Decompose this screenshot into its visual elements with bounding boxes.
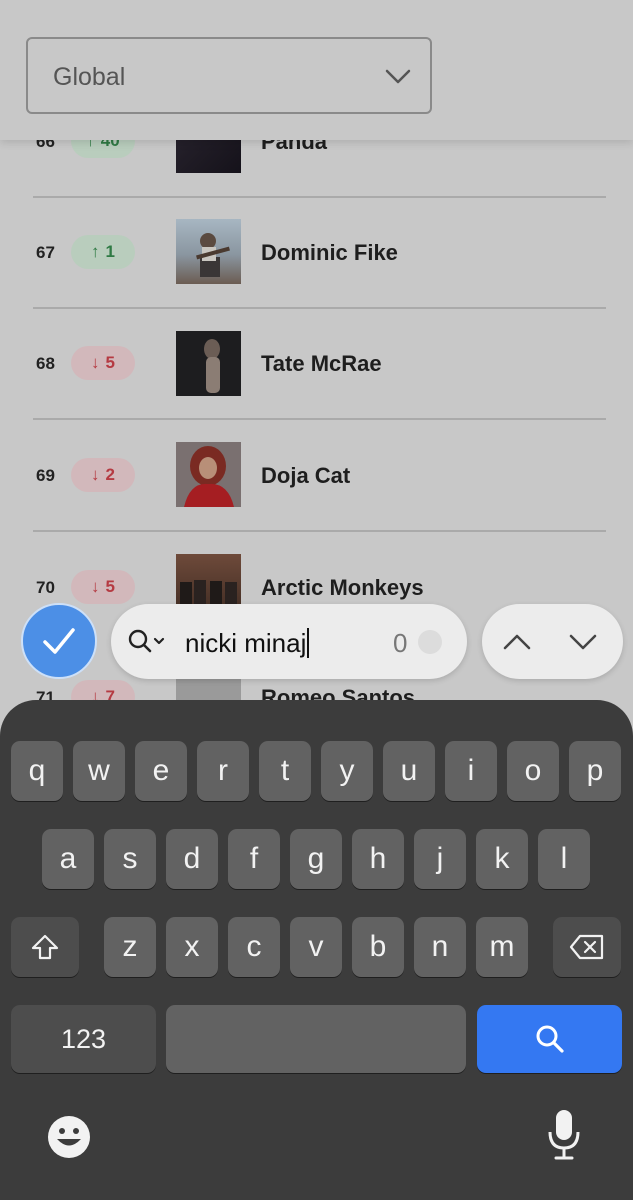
key-k[interactable]: k: [476, 829, 528, 889]
key-u[interactable]: u: [383, 741, 435, 801]
text-caret: [307, 628, 310, 658]
rank-number: 69: [36, 466, 55, 485]
artist-name: Arctic Monkeys: [261, 575, 424, 600]
shift-key[interactable]: [11, 917, 79, 977]
key-w[interactable]: w: [73, 741, 125, 801]
artist-image: [176, 331, 241, 396]
artist-image: [176, 219, 241, 284]
key-a[interactable]: a: [42, 829, 94, 889]
list-item[interactable]: 68 ↓ 5 Tate McRae: [0, 308, 633, 420]
key-r[interactable]: r: [197, 741, 249, 801]
key-c[interactable]: c: [228, 917, 280, 977]
microphone-icon: [548, 1110, 580, 1160]
page: 66 ↑ 40 Panda 67 ↑ 1 Dominic Fike 68 ↓ 5…: [0, 0, 633, 1200]
chevron-down-icon: [385, 69, 411, 84]
space-key[interactable]: [166, 1005, 466, 1073]
shift-arrow-icon: [31, 934, 59, 960]
artist-name: Tate McRae: [261, 351, 382, 376]
key-o[interactable]: o: [507, 741, 559, 801]
emoji-icon: [48, 1116, 90, 1158]
region-dropdown-label: Global: [53, 63, 126, 91]
clear-icon[interactable]: [418, 630, 442, 654]
numbers-key[interactable]: 123: [11, 1005, 156, 1073]
rank-number: 70: [36, 578, 55, 597]
key-g[interactable]: g: [290, 829, 342, 889]
list-item[interactable]: 69 ↓ 2 Doja Cat: [0, 419, 633, 531]
next-match-button[interactable]: [548, 604, 618, 679]
rank-change-badge: ↓ 5: [71, 346, 135, 380]
rank-change-value: 2: [105, 465, 115, 484]
artist-name: Dominic Fike: [261, 240, 398, 265]
key-l[interactable]: l: [538, 829, 590, 889]
find-navigation: [482, 604, 623, 679]
dictation-button[interactable]: [546, 1108, 582, 1162]
key-v[interactable]: v: [290, 917, 342, 977]
chevron-down-icon: [569, 634, 597, 649]
emoji-button[interactable]: [46, 1114, 92, 1160]
key-t[interactable]: t: [259, 741, 311, 801]
on-screen-keyboard: q w e r t y u i o p a s d f g h j k l z …: [0, 700, 633, 1200]
checkmark-icon: [43, 628, 75, 654]
magnifier-dropdown-icon[interactable]: [127, 628, 169, 656]
arrow-down-icon: ↓: [91, 577, 100, 596]
rank-change-badge: ↑ 1: [71, 235, 135, 269]
key-q[interactable]: q: [11, 741, 63, 801]
key-h[interactable]: h: [352, 829, 404, 889]
key-x[interactable]: x: [166, 917, 218, 977]
previous-match-button[interactable]: [482, 604, 552, 679]
rank-change-value: 1: [105, 242, 115, 261]
search-key[interactable]: [477, 1005, 622, 1073]
arrow-up-icon: ↑: [91, 242, 100, 261]
artist-name: Doja Cat: [261, 463, 351, 488]
search-icon: [536, 1025, 564, 1053]
arrow-down-icon: ↓: [91, 353, 100, 372]
rank-number: 68: [36, 354, 55, 373]
key-e[interactable]: e: [135, 741, 187, 801]
rank-change-badge: ↓ 5: [71, 570, 135, 604]
key-m[interactable]: m: [476, 917, 528, 977]
rank-number: 67: [36, 243, 55, 262]
arrow-down-icon: ↓: [91, 465, 100, 484]
key-d[interactable]: d: [166, 829, 218, 889]
header: Global: [0, 0, 633, 140]
key-z[interactable]: z: [104, 917, 156, 977]
find-done-button[interactable]: [21, 603, 97, 679]
find-query-text: nicki minaj: [185, 628, 310, 659]
key-n[interactable]: n: [414, 917, 466, 977]
key-j[interactable]: j: [414, 829, 466, 889]
key-s[interactable]: s: [104, 829, 156, 889]
key-f[interactable]: f: [228, 829, 280, 889]
rank-change-badge: ↓ 2: [71, 458, 135, 492]
backspace-icon: [569, 934, 604, 960]
delete-key[interactable]: [553, 917, 621, 977]
find-in-page-field[interactable]: nicki minaj 0: [111, 604, 467, 679]
key-b[interactable]: b: [352, 917, 404, 977]
key-y[interactable]: y: [321, 741, 373, 801]
rank-change-value: 5: [105, 577, 115, 596]
match-count: 0: [393, 628, 408, 658]
artist-image: [176, 442, 241, 507]
key-p[interactable]: p: [569, 741, 621, 801]
region-dropdown[interactable]: Global: [26, 37, 432, 114]
list-item[interactable]: 67 ↑ 1 Dominic Fike: [0, 197, 633, 309]
chevron-up-icon: [503, 634, 531, 649]
key-i[interactable]: i: [445, 741, 497, 801]
rank-change-value: 5: [105, 353, 115, 372]
